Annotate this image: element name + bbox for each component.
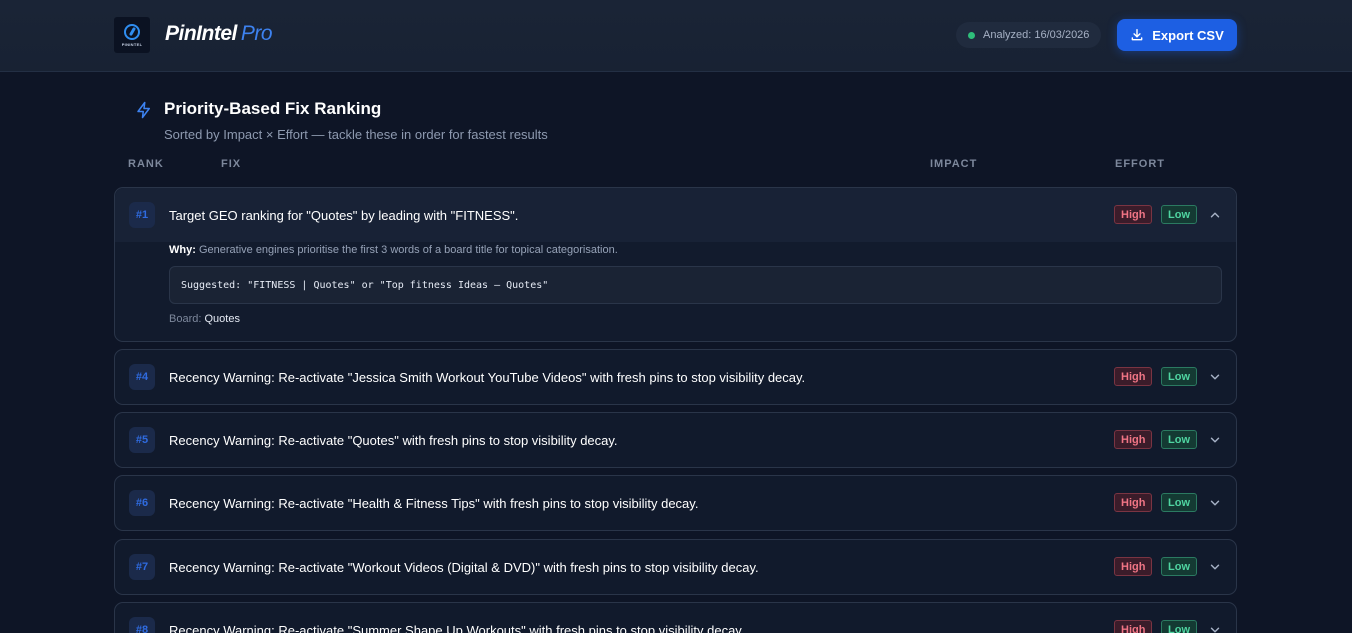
- column-header-rank: RANK: [128, 158, 164, 170]
- board-label: Board:: [169, 313, 202, 325]
- effort-badge: Low: [1161, 620, 1197, 633]
- why-reason: Generative engines prioritise the first …: [198, 244, 618, 256]
- fix-row-header[interactable]: #6 Recency Warning: Re-activate "Health …: [115, 476, 1236, 530]
- download-icon: [1131, 29, 1143, 41]
- logo[interactable]: PININTEL: [114, 17, 150, 53]
- status-dot-icon: [968, 31, 975, 39]
- lightning-icon: [137, 101, 150, 119]
- fix-row[interactable]: #8 Recency Warning: Re-activate "Summer …: [114, 602, 1237, 633]
- fix-row[interactable]: #7 Recency Warning: Re-activate "Workout…: [114, 539, 1237, 595]
- board-info: Board: Quotes: [169, 313, 1222, 325]
- fix-text: Recency Warning: Re-activate "Jessica Sm…: [169, 369, 806, 385]
- board-name: Quotes: [204, 313, 240, 325]
- effort-badge: Low: [1161, 205, 1197, 224]
- fix-row-header[interactable]: #4 Recency Warning: Re-activate "Jessica…: [115, 350, 1236, 404]
- effort-badge: Low: [1161, 493, 1197, 512]
- analyzed-date: Analyzed: 16/03/2026: [983, 29, 1090, 41]
- column-header-effort: EFFORT: [1115, 158, 1165, 170]
- fix-text: Recency Warning: Re-activate "Quotes" wi…: [169, 432, 618, 448]
- fix-text: Recency Warning: Re-activate "Health & F…: [169, 495, 699, 511]
- top-bar: PININTEL PinIntel Pro Analyzed: 16/03/202…: [0, 0, 1352, 72]
- suggested-box: Suggested: "FITNESS | Quotes" or "Top fi…: [169, 266, 1222, 304]
- rank-badge: #4: [129, 364, 155, 390]
- impact-badge: High: [1114, 493, 1153, 512]
- why-label: Why:: [169, 244, 196, 256]
- logo-wordmark: PININTEL: [121, 41, 143, 47]
- fix-row[interactable]: #4 Recency Warning: Re-activate "Jessica…: [114, 349, 1237, 405]
- column-header-fix: FIX: [221, 158, 242, 170]
- fix-text: Recency Warning: Re-activate "Workout Vi…: [169, 559, 759, 575]
- export-csv-button[interactable]: Export CSV: [1117, 19, 1237, 51]
- brand-name: PinIntel: [165, 22, 237, 45]
- analyzed-badge: Analyzed: 16/03/2026: [956, 22, 1102, 48]
- chevron-down-icon[interactable]: [1208, 560, 1222, 574]
- brand-suffix: Pro: [240, 22, 273, 45]
- why-text: Why: Generative engines prioritise the f…: [169, 244, 1222, 256]
- chevron-up-icon[interactable]: [1208, 208, 1222, 222]
- logo-mark-icon: [124, 23, 140, 40]
- rank-badge: #1: [129, 202, 155, 228]
- section-subtitle: Sorted by Impact × Effort — tackle these…: [164, 127, 548, 142]
- chevron-down-icon[interactable]: [1208, 433, 1222, 447]
- effort-badge: Low: [1161, 430, 1197, 449]
- rank-badge: #7: [129, 554, 155, 580]
- impact-badge: High: [1114, 620, 1153, 633]
- rank-badge: #6: [129, 490, 155, 516]
- rank-badge: #5: [129, 427, 155, 453]
- effort-badge: Low: [1161, 557, 1197, 576]
- chevron-down-icon[interactable]: [1208, 370, 1222, 384]
- effort-badge: Low: [1161, 367, 1197, 386]
- fix-row-header[interactable]: #8 Recency Warning: Re-activate "Summer …: [115, 603, 1236, 633]
- fix-row-header[interactable]: #7 Recency Warning: Re-activate "Workout…: [115, 540, 1236, 594]
- impact-badge: High: [1114, 367, 1153, 386]
- fix-row-header[interactable]: #1 Target GEO ranking for "Quotes" by le…: [115, 188, 1236, 242]
- section-title: Priority-Based Fix Ranking: [164, 99, 382, 118]
- export-csv-label: Export CSV: [1152, 27, 1224, 43]
- fix-text: Recency Warning: Re-activate "Summer Sha…: [169, 622, 745, 633]
- impact-badge: High: [1114, 430, 1153, 449]
- column-header-impact: IMPACT: [930, 158, 978, 170]
- impact-badge: High: [1114, 205, 1153, 224]
- fix-text: Target GEO ranking for "Quotes" by leadi…: [169, 207, 519, 223]
- chevron-down-icon[interactable]: [1208, 623, 1222, 633]
- fix-row[interactable]: #5 Recency Warning: Re-activate "Quotes"…: [114, 412, 1237, 468]
- fix-detail: Why: Generative engines prioritise the f…: [115, 242, 1236, 339]
- brand-title: PinIntel Pro: [165, 22, 273, 46]
- rank-badge: #8: [129, 617, 155, 633]
- fix-row-header[interactable]: #5 Recency Warning: Re-activate "Quotes"…: [115, 413, 1236, 467]
- fix-row[interactable]: #6 Recency Warning: Re-activate "Health …: [114, 475, 1237, 531]
- chevron-down-icon[interactable]: [1208, 496, 1222, 510]
- impact-badge: High: [1114, 557, 1153, 576]
- fix-row: #1 Target GEO ranking for "Quotes" by le…: [114, 187, 1237, 342]
